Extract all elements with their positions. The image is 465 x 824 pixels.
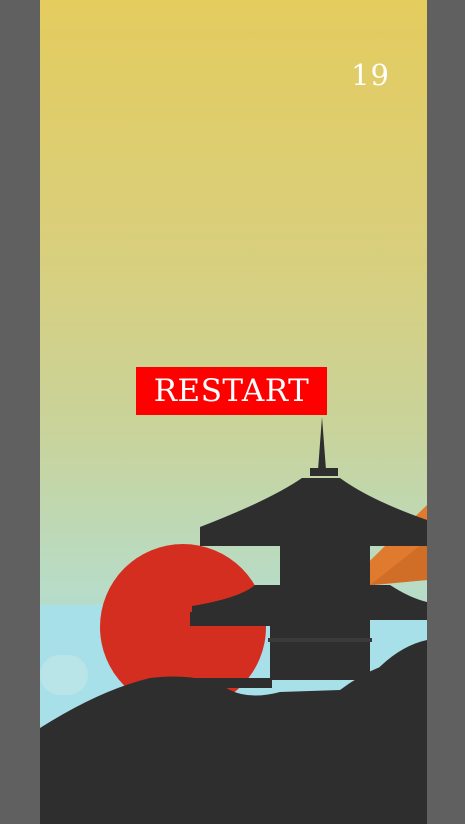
pagoda-railing (268, 638, 372, 642)
pagoda-lower-body (270, 620, 370, 680)
pagoda-spire (318, 417, 326, 470)
pagoda-lower-eave (195, 678, 272, 688)
cloud (40, 655, 88, 695)
pagoda-upper-body (280, 546, 370, 586)
pagoda-left-eave (190, 612, 272, 626)
restart-button[interactable]: RESTART (136, 367, 327, 415)
game-canvas[interactable]: 19 RESTART (40, 0, 427, 824)
score-counter: 19 (351, 58, 390, 92)
app-screen: 19 RESTART (0, 0, 465, 824)
pagoda-spire-base (310, 468, 338, 476)
pagoda-top-roof (200, 478, 427, 546)
